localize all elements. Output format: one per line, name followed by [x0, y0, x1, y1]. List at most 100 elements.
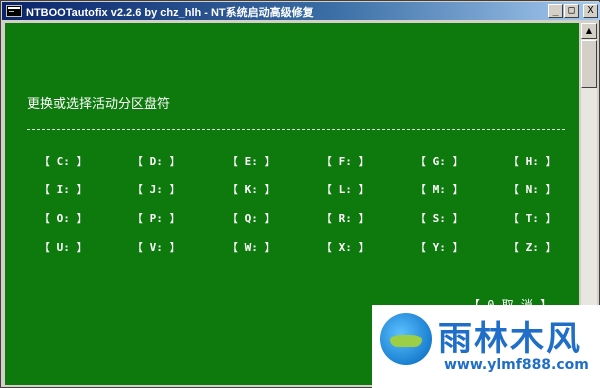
bracket-close: 】 — [545, 183, 557, 196]
drive-option[interactable]: 【 W: 】 — [227, 239, 276, 255]
drive-option[interactable]: 【 F: 】 — [321, 153, 370, 169]
drive-letter: I: — [56, 183, 70, 196]
drive-letter: Q: — [244, 212, 258, 225]
drive-letter: T: — [525, 212, 539, 225]
bracket-close: 】 — [358, 183, 370, 196]
bracket-close: 】 — [452, 241, 464, 254]
drive-letter: H: — [525, 155, 539, 168]
drive-option[interactable]: 【 P: 】 — [132, 210, 181, 226]
console-app-icon[interactable] — [6, 5, 22, 17]
drive-option[interactable]: 【 G: 】 — [415, 153, 464, 169]
drive-letter: R: — [338, 212, 352, 225]
drive-letter: O: — [56, 212, 70, 225]
bracket-close: 】 — [358, 212, 370, 225]
minimize-button[interactable]: _ — [548, 4, 563, 18]
bracket-open: 【 — [132, 155, 143, 168]
bracket-close: 】 — [264, 155, 276, 168]
bracket-open: 【 — [39, 155, 50, 168]
bracket-open: 【 — [132, 241, 143, 254]
bracket-close: 】 — [76, 241, 88, 254]
bracket-close: 】 — [264, 183, 276, 196]
bracket-open: 【 — [415, 155, 426, 168]
watermark-url: www.ylmf888.com — [444, 357, 589, 373]
bracket-close: 】 — [76, 212, 88, 225]
heading: 更换或选择活动分区盘符 — [27, 97, 171, 112]
drive-option[interactable]: 【 H: 】 — [508, 153, 557, 169]
drive-letter: J: — [149, 183, 163, 196]
drive-option[interactable]: 【 V: 】 — [132, 239, 181, 255]
bracket-open: 【 — [415, 212, 426, 225]
bracket-open: 【 — [227, 241, 238, 254]
bracket-open: 【 — [39, 183, 50, 196]
drive-letter: C: — [56, 155, 70, 168]
bracket-open: 【 — [415, 241, 426, 254]
drive-letter: P: — [149, 212, 163, 225]
maximize-button[interactable]: □ — [564, 4, 579, 18]
bracket-close: 】 — [545, 155, 557, 168]
drive-option[interactable]: 【 Q: 】 — [227, 210, 276, 226]
drive-option[interactable]: 【 M: 】 — [415, 181, 464, 197]
bracket-close: 】 — [452, 212, 464, 225]
watermark: 雨林木风 www.ylmf888.com — [372, 305, 600, 388]
drive-letter: K: — [244, 183, 258, 196]
bracket-open: 【 — [321, 183, 332, 196]
drive-option[interactable]: 【 Z: 】 — [508, 239, 557, 255]
drive-option[interactable]: 【 D: 】 — [132, 153, 181, 169]
bracket-close: 】 — [452, 183, 464, 196]
bracket-open: 【 — [508, 155, 519, 168]
scroll-thumb[interactable] — [581, 40, 597, 88]
drive-option[interactable]: 【 X: 】 — [321, 239, 370, 255]
bracket-open: 【 — [132, 212, 143, 225]
drive-letter: Y: — [432, 241, 446, 254]
ylmf-logo-icon — [380, 313, 432, 365]
drive-option[interactable]: 【 U: 】 — [39, 239, 88, 255]
bracket-close: 】 — [264, 241, 276, 254]
drive-letter: N: — [525, 183, 539, 196]
drive-letter: X: — [338, 241, 352, 254]
drive-option[interactable]: 【 T: 】 — [508, 210, 557, 226]
bracket-open: 【 — [321, 241, 332, 254]
bracket-open: 【 — [39, 212, 50, 225]
drive-option[interactable]: 【 N: 】 — [508, 181, 557, 197]
drive-option[interactable]: 【 Y: 】 — [415, 239, 464, 255]
bracket-close: 】 — [545, 212, 557, 225]
bracket-close: 】 — [169, 155, 181, 168]
bracket-close: 】 — [452, 155, 464, 168]
bracket-open: 【 — [508, 183, 519, 196]
bracket-close: 】 — [358, 155, 370, 168]
bracket-close: 】 — [76, 183, 88, 196]
drive-letter: W: — [244, 241, 258, 254]
drive-letter: M: — [432, 183, 446, 196]
bracket-open: 【 — [227, 183, 238, 196]
divider — [27, 129, 565, 130]
drive-option[interactable]: 【 E: 】 — [227, 153, 276, 169]
drive-option[interactable]: 【 C: 】 — [39, 153, 88, 169]
drive-letter: G: — [432, 155, 446, 168]
bracket-close: 】 — [169, 183, 181, 196]
drive-option[interactable]: 【 S: 】 — [415, 210, 464, 226]
bracket-open: 【 — [39, 241, 50, 254]
bracket-open: 【 — [132, 183, 143, 196]
window-title: NTBOOTautofix v2.2.6 by chz_hlh - NT系统启动… — [26, 7, 314, 19]
bracket-open: 【 — [321, 212, 332, 225]
bracket-close: 】 — [76, 155, 88, 168]
close-button[interactable]: X — [583, 4, 598, 18]
bracket-close: 】 — [169, 212, 181, 225]
drive-option[interactable]: 【 K: 】 — [227, 181, 276, 197]
bracket-close: 】 — [264, 212, 276, 225]
drive-letter: E: — [244, 155, 258, 168]
drive-letter: Z: — [525, 241, 539, 254]
drive-option[interactable]: 【 J: 】 — [132, 181, 181, 197]
scroll-up-icon[interactable]: ▲ — [581, 23, 597, 39]
bracket-open: 【 — [508, 241, 519, 254]
drive-option[interactable]: 【 I: 】 — [39, 181, 88, 197]
bracket-open: 【 — [227, 212, 238, 225]
title-bar[interactable]: NTBOOTautofix v2.2.6 by chz_hlh - NT系统启动… — [2, 2, 600, 20]
drive-option[interactable]: 【 O: 】 — [39, 210, 88, 226]
bracket-open: 【 — [508, 212, 519, 225]
drive-option[interactable]: 【 L: 】 — [321, 181, 370, 197]
bracket-close: 】 — [358, 241, 370, 254]
bracket-open: 【 — [415, 183, 426, 196]
drive-letter: L: — [338, 183, 352, 196]
drive-option[interactable]: 【 R: 】 — [321, 210, 370, 226]
